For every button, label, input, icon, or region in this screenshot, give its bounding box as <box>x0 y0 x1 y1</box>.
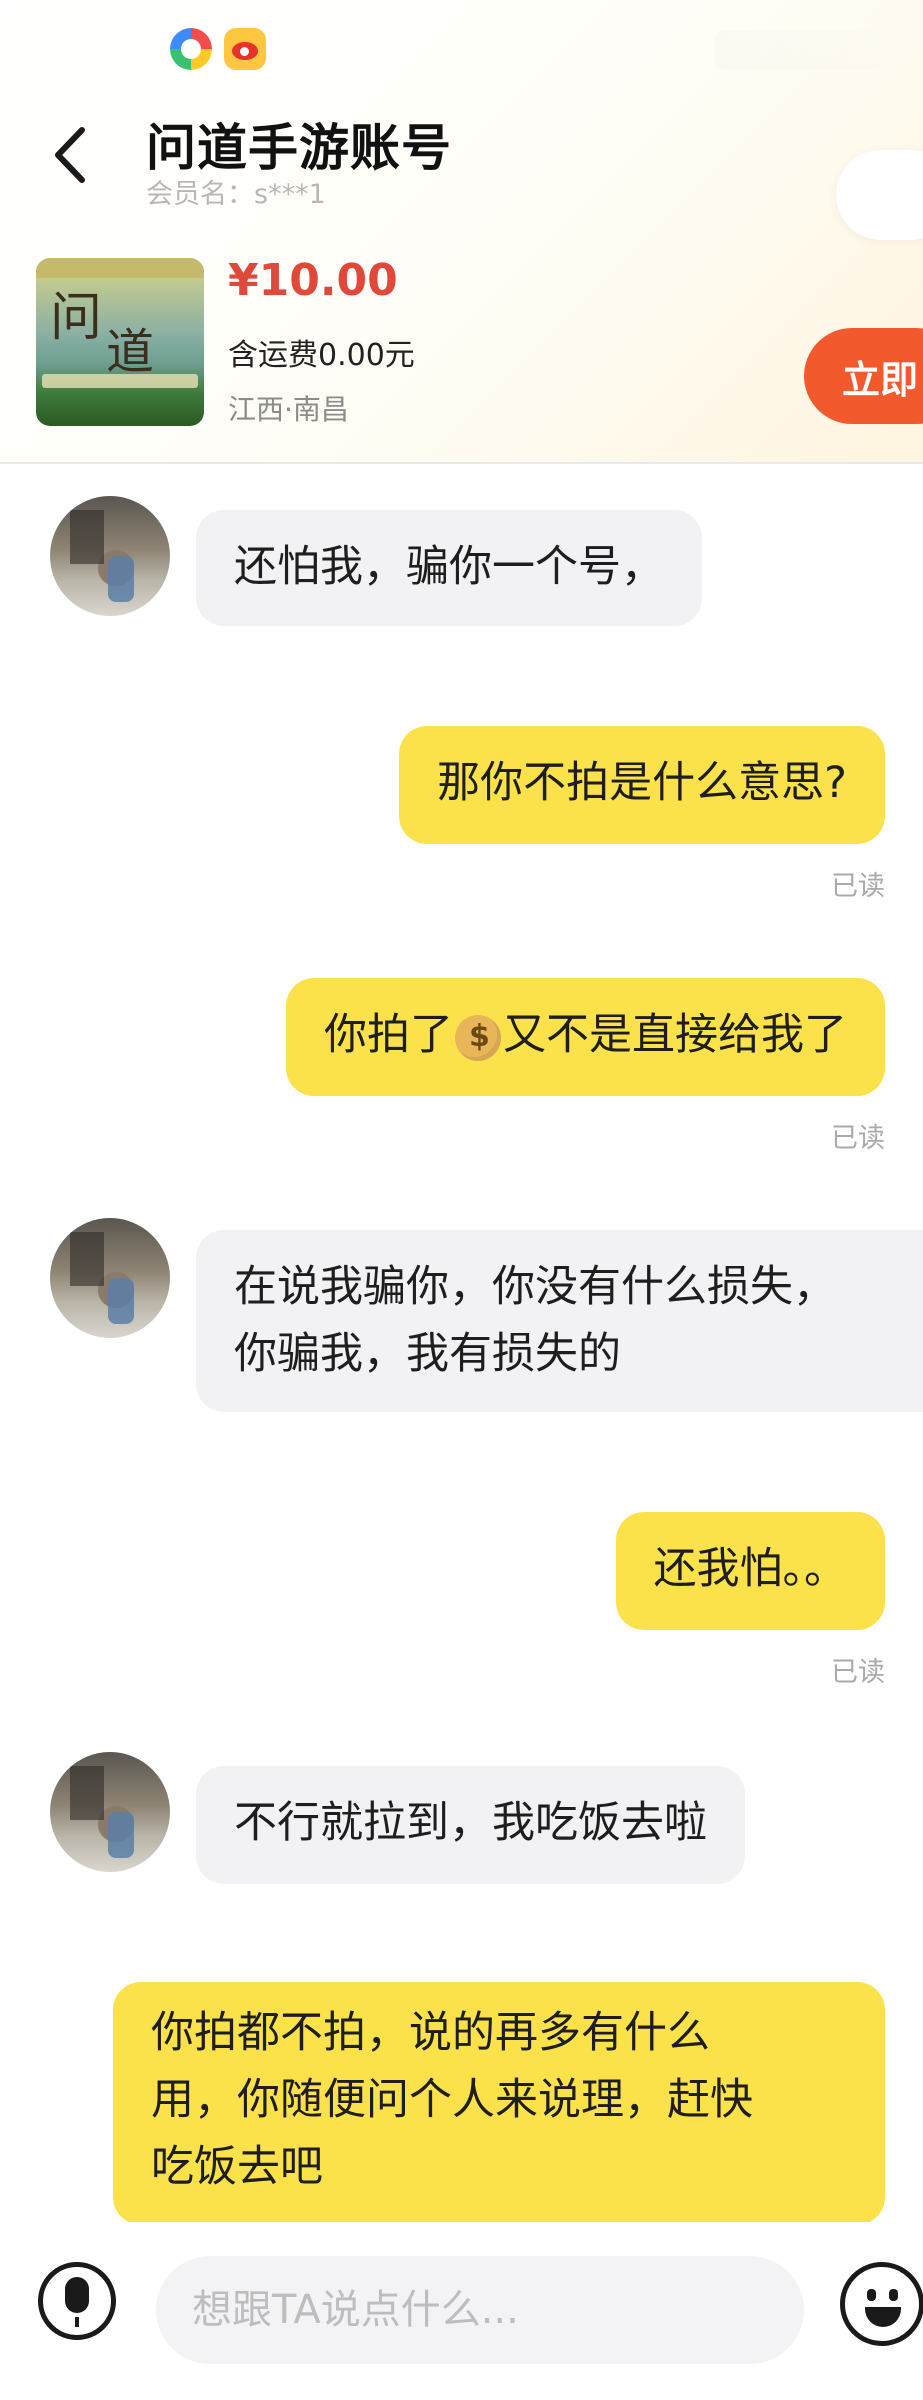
read-status: 已读 <box>831 1657 885 1688</box>
message-input[interactable] <box>156 2256 804 2364</box>
smile-emoji-icon-mouth <box>865 2307 901 2327</box>
thumbnail-frame <box>36 258 204 278</box>
message-bubble-outgoing: 那你不拍是什么意思? <box>399 726 885 844</box>
product-thumbnail[interactable]: 问 道 <box>36 258 204 426</box>
message-text-line: 你拍都不拍，说的再多有什么 <box>151 2008 710 2058</box>
emoji-button[interactable] <box>840 2262 923 2346</box>
message-bubble-incoming: 还怕我，骗你一个号， <box>196 510 702 626</box>
thumbnail-logo-glyph: 问 <box>50 288 103 348</box>
read-status: 已读 <box>831 871 885 902</box>
message-text: 那你不拍是什么意思? <box>437 758 847 808</box>
avatar[interactable] <box>50 1218 170 1338</box>
shipping-fee: 含运费0.00元 <box>228 338 415 373</box>
header-divider <box>0 462 923 464</box>
voice-input-button[interactable] <box>38 2262 116 2340</box>
message-text: 你拍了 <box>324 1010 453 1060</box>
message-text-line: 在说我骗你，你没有什么损失， <box>234 1262 836 1312</box>
microphone-icon <box>65 2277 89 2313</box>
message-text: 又不是直接给我了 <box>503 1010 847 1060</box>
member-name: 会员名：s***1 <box>146 179 326 210</box>
message-bubble-outgoing: 你拍都不拍，说的再多有什么 用，你随便问个人来说理，赶快 吃饭去吧 <box>113 1982 885 2225</box>
status-bar-indicators <box>715 30 905 70</box>
message-text: 不行就拉到，我吃饭去啦 <box>234 1798 707 1848</box>
page-title: 问道手游账号 <box>146 119 452 177</box>
buy-now-button[interactable]: 立即 <box>804 328 923 424</box>
microphone-stem <box>75 2317 79 2327</box>
avatar[interactable] <box>50 1752 170 1872</box>
back-button[interactable] <box>46 120 106 190</box>
message-bubble-outgoing: 你拍了又不是直接给我了 <box>286 978 885 1096</box>
message-bubble-outgoing: 还我怕。。 <box>615 1512 885 1630</box>
read-status: 已读 <box>831 1123 885 1154</box>
message-text: 还怕我，骗你一个号， <box>234 542 664 592</box>
message-text-line: 用，你随便问个人来说理，赶快 <box>151 2075 753 2125</box>
message-text: 还我怕。。 <box>653 1544 848 1594</box>
back-icon <box>55 127 85 183</box>
thumbnail-logo-glyph: 道 <box>106 324 155 380</box>
seller-location: 江西·南昌 <box>228 393 349 426</box>
message-text-line: 吃饭去吧 <box>151 2142 323 2192</box>
money-bag-emoji <box>455 1003 501 1070</box>
weibo-icon <box>224 28 266 70</box>
header-action-button[interactable] <box>836 150 923 240</box>
app-icon-colorful <box>170 28 212 70</box>
message-text-line: 你骗我，我有损失的 <box>234 1329 621 1379</box>
message-bubble-incoming: 在说我骗你，你没有什么损失， 你骗我，我有损失的 <box>196 1230 923 1412</box>
smile-emoji-icon-eye <box>889 2289 898 2301</box>
product-price: ¥10.00 <box>228 255 398 306</box>
message-bubble-incoming: 不行就拉到，我吃饭去啦 <box>196 1766 745 1884</box>
thumbnail-banner <box>42 374 198 388</box>
status-bar-app-icons <box>170 28 266 70</box>
smile-emoji-icon-eye <box>867 2289 876 2301</box>
avatar[interactable] <box>50 496 170 616</box>
